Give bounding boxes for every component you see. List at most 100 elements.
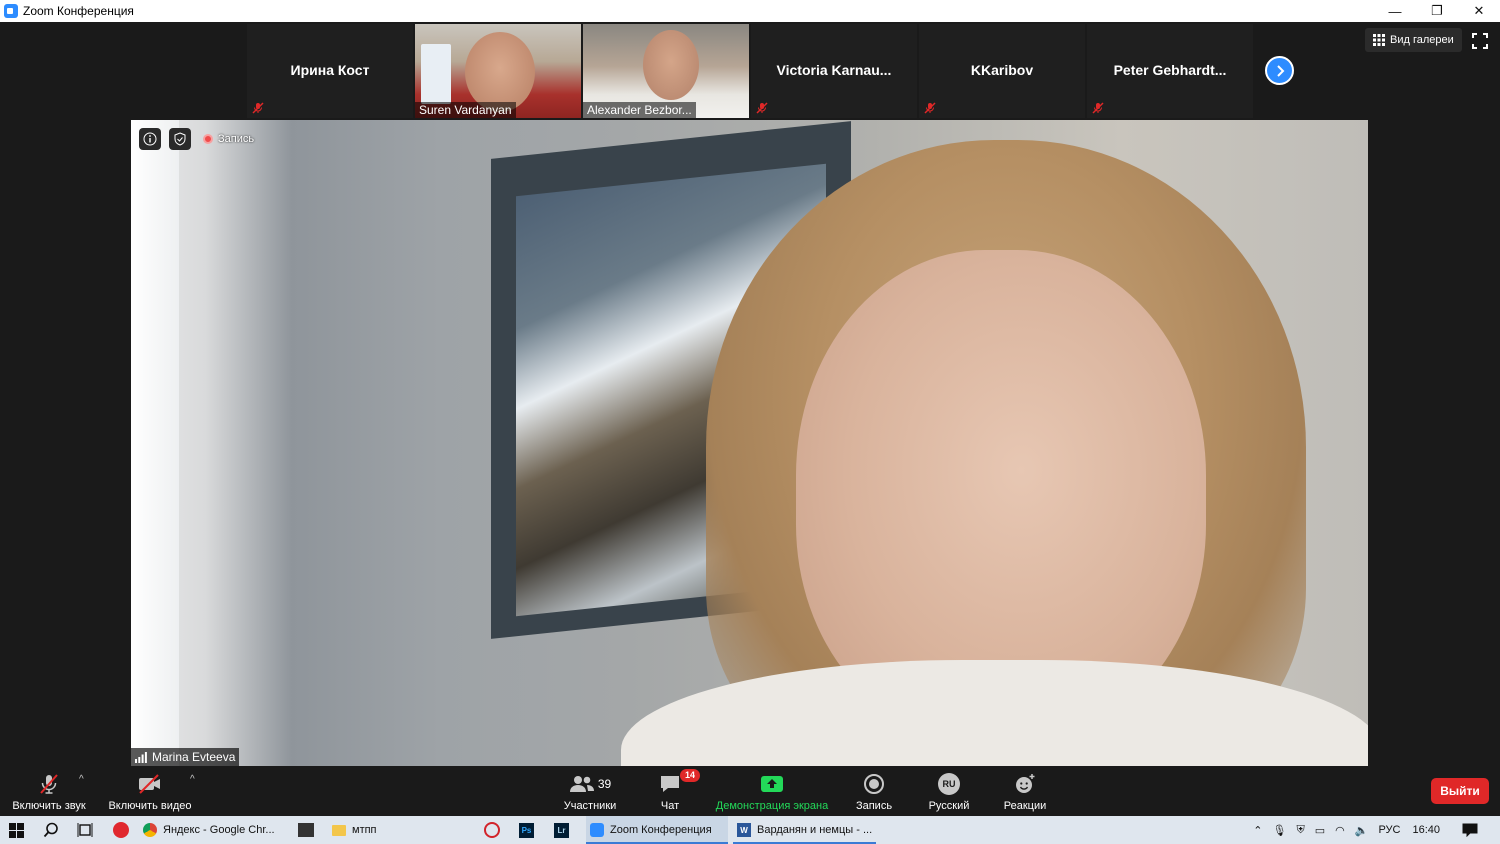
participant-name: Suren Vardanyan xyxy=(415,102,516,118)
meeting-info-button[interactable] xyxy=(139,128,161,150)
chrome-icon xyxy=(143,823,157,837)
thumbnail-strip: Ирина Кост Suren Vardanyan Alexander Bez… xyxy=(247,24,1253,118)
windows-taskbar: Яндекс - Google Chr... мтпп Ps Lr Zoom К… xyxy=(0,816,1500,844)
language-label: Русский xyxy=(928,800,970,812)
search-icon[interactable] xyxy=(43,822,59,838)
unmute-label: Включить звук xyxy=(12,800,86,812)
opera-browser-icon[interactable] xyxy=(113,822,129,838)
photoshop-icon[interactable]: Ps xyxy=(519,823,534,838)
muted-mic-icon xyxy=(924,102,936,114)
video-off-icon xyxy=(139,774,160,794)
reactions-button[interactable]: Реакции xyxy=(1000,772,1050,814)
participant-name: KKaribov xyxy=(970,62,1034,78)
gallery-view-button[interactable]: Вид галереи xyxy=(1365,28,1462,52)
participant-name: Alexander Bezbor... xyxy=(583,102,696,118)
taskbar-app-word[interactable]: W Варданян и немцы - ... xyxy=(733,816,876,844)
chevron-right-icon xyxy=(1276,64,1284,77)
participant-tile[interactable]: Victoria Karnau... xyxy=(751,24,917,118)
audio-options-caret-icon[interactable]: ^ xyxy=(79,774,84,785)
participants-button[interactable]: 39 Участники xyxy=(559,772,621,814)
participant-tile[interactable]: Alexander Bezbor... xyxy=(583,24,749,118)
window-title: Zoom Конференция xyxy=(23,4,134,18)
participant-tile[interactable]: Suren Vardanyan xyxy=(415,24,581,118)
speaker-name: Marina Evteeva xyxy=(152,750,236,764)
participant-tile[interactable]: KKaribov xyxy=(919,24,1085,118)
taskbar-app-label: Яндекс - Google Chr... xyxy=(163,824,275,836)
next-page-button[interactable] xyxy=(1265,56,1294,85)
input-language[interactable]: РУС xyxy=(1378,824,1400,836)
chat-unread-badge: 14 xyxy=(680,769,701,782)
chat-icon xyxy=(661,776,679,792)
security-shield-icon[interactable]: ⛨ xyxy=(1296,824,1304,837)
recording-indicator: Запись xyxy=(203,133,254,145)
leave-button[interactable]: Выйти xyxy=(1431,778,1489,804)
zoom-app-icon xyxy=(4,4,18,18)
taskbar-app-zoom[interactable]: Zoom Конференция xyxy=(586,816,728,844)
start-video-label: Включить видео xyxy=(108,800,192,812)
participants-label: Участники xyxy=(563,800,617,812)
battery-icon[interactable]: ▭ xyxy=(1315,824,1325,837)
reactions-label: Реакции xyxy=(1003,800,1047,812)
task-view-icon[interactable] xyxy=(77,822,93,838)
participant-name: Peter Gebhardt... xyxy=(1113,62,1227,78)
zoom-icon xyxy=(590,823,604,837)
window-controls: — ❐ ✕ xyxy=(1374,0,1500,22)
system-tray: ⌃ 🎙 ⛨ ▭ ◠ 🔈 РУС 16:40 xyxy=(1253,816,1500,844)
minimize-button[interactable]: — xyxy=(1374,0,1416,22)
meeting-info-controls: Запись xyxy=(139,128,254,150)
share-screen-icon xyxy=(761,776,783,792)
signal-strength-icon xyxy=(135,751,147,763)
restore-button[interactable]: ❐ xyxy=(1416,0,1458,22)
microphone-icon[interactable]: 🎙 xyxy=(1273,824,1287,837)
muted-mic-icon xyxy=(252,102,264,114)
clock[interactable]: 16:40 xyxy=(1412,824,1440,836)
video-options-caret-icon[interactable]: ^ xyxy=(190,774,195,785)
title-bar: Zoom Конференция — ❐ ✕ xyxy=(0,0,1500,22)
participant-tile[interactable]: Peter Gebhardt... xyxy=(1087,24,1253,118)
taskbar-app-label: Zoom Конференция xyxy=(610,824,712,836)
muted-mic-icon xyxy=(756,102,768,114)
close-button[interactable]: ✕ xyxy=(1458,0,1500,22)
info-icon xyxy=(143,132,157,146)
muted-mic-icon xyxy=(1092,102,1104,114)
taskbar-app-label: мтпп xyxy=(352,824,377,836)
chat-button[interactable]: 14 Чат xyxy=(650,769,701,814)
participant-name: Victoria Karnau... xyxy=(776,62,892,78)
recording-dot-icon xyxy=(203,134,213,144)
lightroom-icon[interactable]: Lr xyxy=(554,823,569,838)
folder-icon xyxy=(332,824,346,836)
muted-mic-icon xyxy=(40,774,58,794)
participant-video xyxy=(643,30,699,100)
video-detail xyxy=(421,44,451,104)
creative-cloud-icon[interactable] xyxy=(484,822,500,838)
notifications-icon[interactable] xyxy=(1462,823,1478,837)
start-video-button[interactable]: Включить видео xyxy=(104,772,196,814)
taskbar-pinned-app-icon[interactable] xyxy=(298,823,314,837)
zoom-window: Zoom Конференция — ❐ ✕ Ирина Кост Suren … xyxy=(0,0,1500,844)
chat-label: Чат xyxy=(660,800,680,812)
show-hidden-icons-caret-icon[interactable]: ⌃ xyxy=(1253,824,1262,837)
encryption-button[interactable] xyxy=(169,128,191,150)
active-speaker-video: Запись Marina Evteeva xyxy=(131,120,1368,766)
record-button[interactable]: Запись xyxy=(852,772,896,814)
word-icon: W xyxy=(737,823,751,837)
video-background xyxy=(131,120,179,766)
wifi-icon[interactable]: ◠ xyxy=(1335,824,1345,837)
record-label: Запись xyxy=(855,800,893,812)
language-button[interactable]: RU Русский xyxy=(924,772,974,814)
taskbar-app-folder[interactable]: мтпп xyxy=(332,816,472,844)
gallery-view-label: Вид галереи xyxy=(1390,34,1454,46)
windows-start-icon[interactable] xyxy=(9,823,24,838)
grid-icon xyxy=(1373,34,1385,46)
taskbar-app-chrome[interactable]: Яндекс - Google Chr... xyxy=(143,816,283,844)
volume-icon[interactable]: 🔈 xyxy=(1355,824,1369,837)
participant-name: Ирина Кост xyxy=(290,62,370,78)
record-icon xyxy=(864,774,884,794)
shield-icon xyxy=(174,132,186,146)
smiley-icon xyxy=(1016,774,1035,793)
participants-icon xyxy=(569,776,594,792)
participants-count: 39 xyxy=(597,777,612,791)
share-screen-button[interactable]: Демонстрация экрана xyxy=(712,772,832,814)
fullscreen-icon[interactable] xyxy=(1471,32,1489,50)
participant-tile[interactable]: Ирина Кост xyxy=(247,24,413,118)
